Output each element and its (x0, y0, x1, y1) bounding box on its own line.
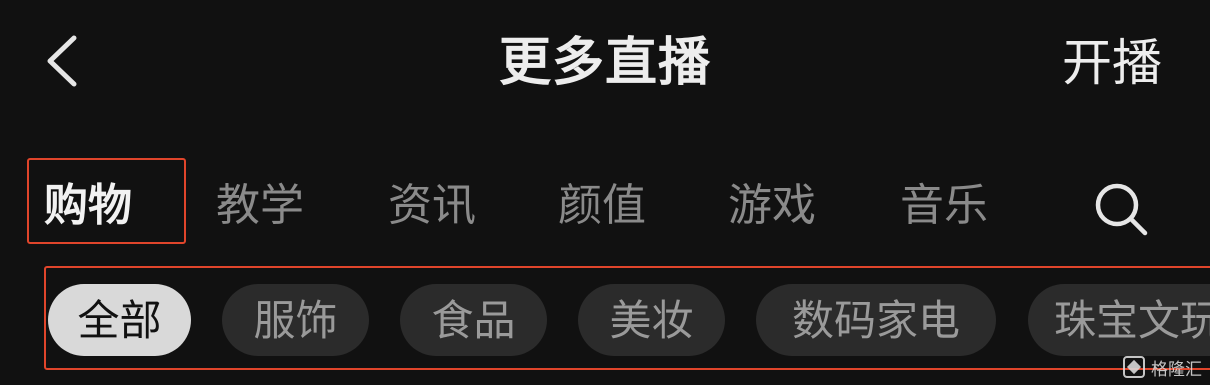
chip-jewelry[interactable]: 珠宝文玩 (1028, 284, 1210, 356)
search-button[interactable] (1088, 176, 1154, 242)
chip-beauty[interactable]: 美妆 (578, 284, 725, 356)
chip-food[interactable]: 食品 (400, 284, 547, 356)
watermark-logo-icon (1123, 356, 1145, 378)
category-tabs: 购物 教学 资讯 颜值 游戏 音乐 (0, 158, 1060, 248)
page-title: 更多直播 (498, 33, 711, 93)
watermark-text: 格隆汇 (1151, 359, 1202, 380)
live-list-screen: 更多直播 开播 购物 教学 资讯 颜值 游戏 音乐 全部 服饰 食品 美妆 数码… (0, 0, 1210, 385)
start-live-button[interactable]: 开播 (1062, 28, 1162, 98)
tab-news[interactable]: 资讯 (388, 158, 476, 248)
watermark: 格隆汇 (1123, 355, 1202, 380)
chip-electronics[interactable]: 数码家电 (756, 284, 996, 356)
tab-looks[interactable]: 颜值 (558, 158, 646, 248)
chevron-left-icon (47, 35, 77, 87)
tab-teaching[interactable]: 教学 (216, 158, 304, 248)
tab-shopping[interactable]: 购物 (44, 158, 132, 248)
back-button[interactable] (40, 28, 90, 94)
chip-apparel[interactable]: 服饰 (222, 284, 369, 356)
search-icon (1095, 183, 1148, 236)
chip-all[interactable]: 全部 (48, 284, 191, 356)
tab-music[interactable]: 音乐 (900, 158, 988, 248)
tab-games[interactable]: 游戏 (728, 158, 816, 248)
